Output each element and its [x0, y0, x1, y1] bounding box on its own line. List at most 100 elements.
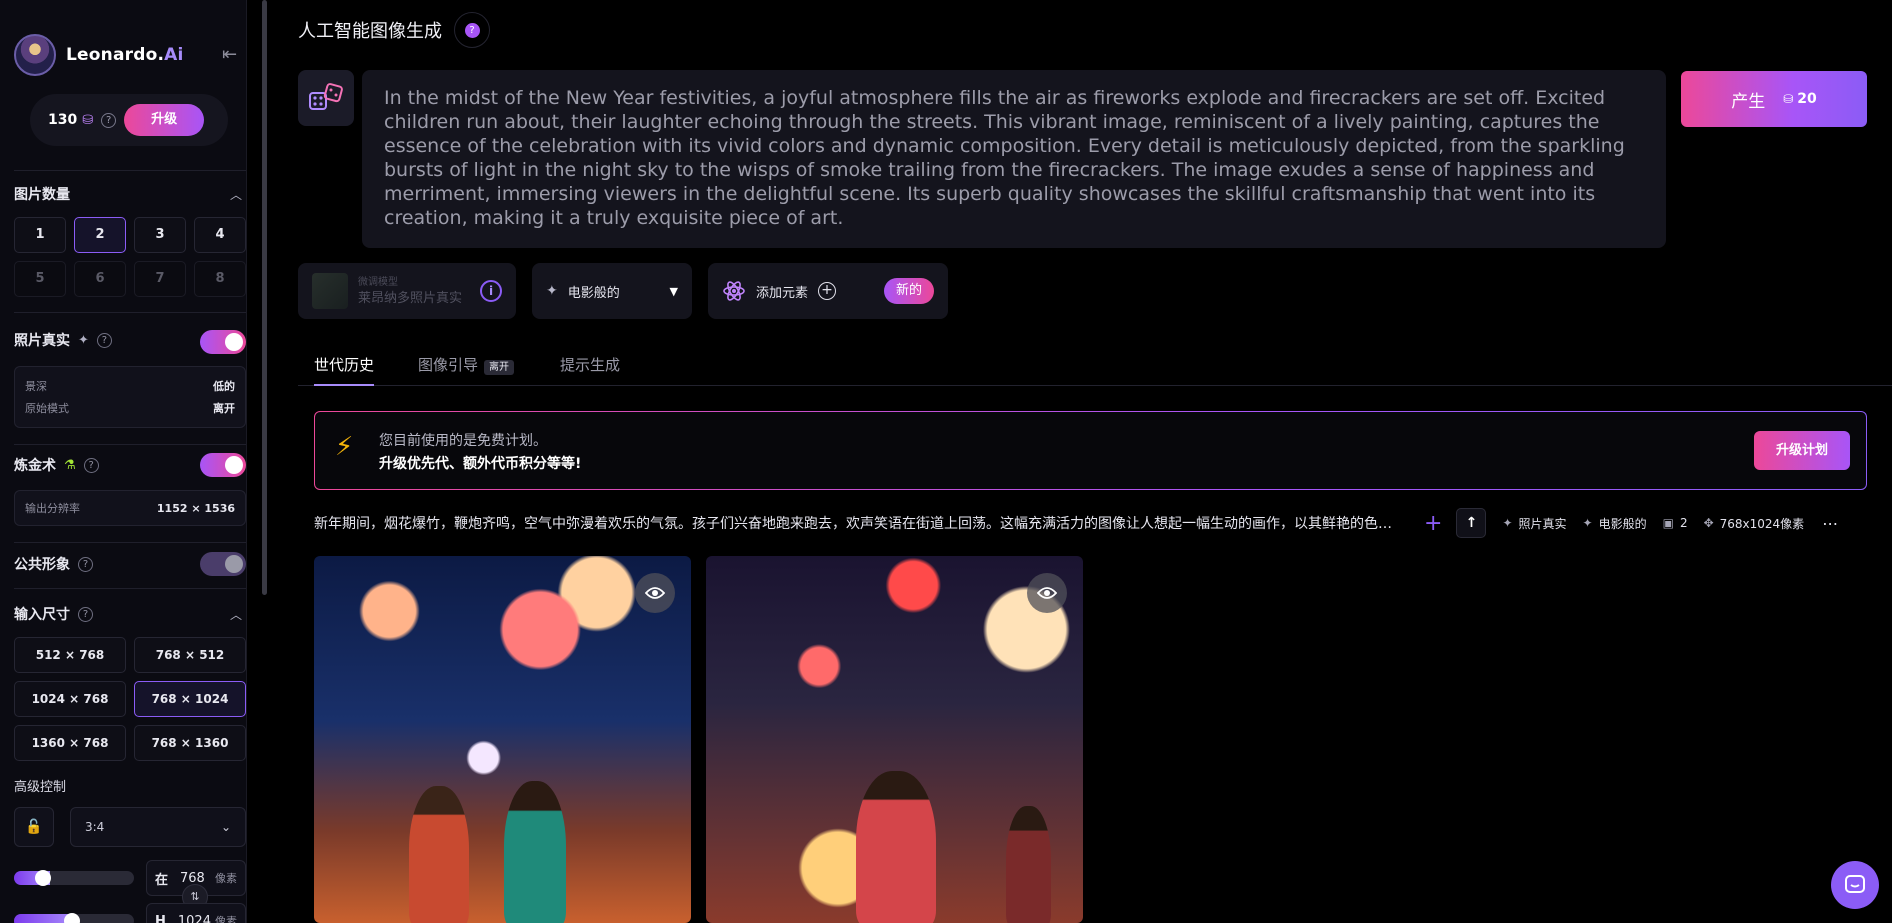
atom-icon	[723, 281, 745, 301]
sparkle-icon: ✦	[1502, 516, 1513, 530]
chat-support-icon[interactable]	[1831, 861, 1879, 909]
move-icon: ✥	[1703, 516, 1714, 530]
aspect-ratio-select[interactable]: 3:4 ⌄	[70, 807, 246, 847]
image-count-option[interactable]: 3	[134, 217, 186, 253]
plus-circle-icon: +	[818, 282, 837, 300]
brand-avatar	[14, 34, 56, 76]
size-option[interactable]: 768 × 512	[134, 637, 246, 673]
slider-handle[interactable]	[64, 913, 80, 923]
image-count-option[interactable]: 4	[194, 217, 246, 253]
advanced-controls-title: 高级控制	[14, 780, 67, 795]
collapse-sidebar-icon[interactable]: ⇤	[222, 44, 237, 65]
tab-generation-history[interactable]: 世代历史	[314, 354, 375, 386]
chevron-up-icon[interactable]: ︿	[230, 186, 242, 203]
divider	[14, 588, 246, 589]
eye-icon[interactable]	[1027, 573, 1067, 613]
tab-prompt-generation[interactable]: 提示生成	[560, 354, 620, 386]
images-icon: ▣	[1662, 516, 1674, 530]
add-elements-button[interactable]: 添加元素 + 新的	[708, 263, 948, 319]
style-dropdown[interactable]: ✦ 电影般的 ▼	[532, 263, 692, 319]
more-options-icon[interactable]: ⋯	[1822, 514, 1839, 533]
photo-real-title: 照片真实 ✦ ?	[14, 330, 112, 350]
tab-image-guidance[interactable]: 图像引导 离开	[418, 354, 515, 386]
upgrade-plan-button[interactable]: 升级计划	[1754, 431, 1850, 470]
size-option[interactable]: 512 × 768	[14, 637, 126, 673]
image-count-option[interactable]: 1	[14, 217, 66, 253]
image-count-title: 图片数量	[14, 187, 70, 203]
coins-icon: ⛁	[82, 112, 94, 128]
size-option[interactable]: 768 × 1024	[134, 681, 246, 717]
chevron-up-icon[interactable]: ︿	[230, 606, 242, 623]
model-selector[interactable]: 微调模型 莱昂纳多照片真实 i	[298, 263, 516, 319]
dice-icon	[309, 83, 343, 110]
tag-size: ✥ 768x1024像素	[1703, 516, 1805, 531]
tag-photoreal: ✦ 照片真实	[1502, 516, 1567, 531]
generation-meta: 新年期间，烟花爆竹，鞭炮齐鸣，空气中弥漫着欢乐的气氛。孩子们兴奋地跑来跑去，欢声…	[314, 508, 1867, 538]
size-option[interactable]: 768 × 1360	[134, 725, 246, 761]
photo-real-toggle[interactable]	[200, 330, 246, 354]
input-size-grid: 512 × 768 768 × 512 1024 × 768 768 × 102…	[14, 637, 246, 761]
token-icon: ⛁	[1783, 92, 1794, 106]
help-icon[interactable]: ?	[101, 112, 117, 128]
generation-prompt[interactable]: 新年期间，烟花爆竹，鞭炮齐鸣，空气中弥漫着欢乐的气氛。孩子们兴奋地跑来跑去，欢声…	[314, 513, 1394, 533]
lightning-icon: ⚡	[335, 432, 354, 462]
divider	[14, 312, 246, 313]
help-icon[interactable]: ?	[78, 556, 93, 572]
sparkle-icon: ✦	[1582, 516, 1593, 530]
upgrade-banner: ⚡ 您目前使用的是免费计划。 升级优先代、额外代币积分等等! 升级计划	[314, 411, 1867, 490]
image-count-option: 8	[194, 261, 246, 297]
upgrade-button[interactable]: 升级	[124, 104, 205, 136]
image-count-option[interactable]: 2	[74, 217, 126, 253]
tag-style: ✦ 电影般的	[1582, 516, 1647, 531]
brand-name: Leonardo.Ai	[66, 45, 184, 65]
sparkle-icon: ✦	[546, 283, 558, 299]
generate-button[interactable]: 产生 ⛁ 20	[1681, 71, 1867, 127]
alchemy-toggle[interactable]	[200, 453, 246, 477]
sidebar: Leonardo.Ai ⇤ 130 ⛁ ? 升级 图片数量 ︿ 1 2 3 4 …	[0, 0, 247, 923]
help-icon[interactable]: ?	[96, 332, 112, 348]
help-icon[interactable]: ?	[83, 457, 99, 473]
raw-mode-row[interactable]: 原始模式 离开	[25, 397, 235, 419]
image-count-grid: 1 2 3 4 5 6 7 8	[14, 217, 246, 297]
width-slider[interactable]	[14, 871, 134, 885]
height-field[interactable]: H 1024 像素	[146, 903, 246, 923]
arrow-up-icon[interactable]: ↑	[1456, 508, 1487, 538]
new-badge: 新的	[883, 278, 934, 304]
size-option[interactable]: 1360 × 768	[14, 725, 126, 761]
plus-icon[interactable]: +	[1424, 511, 1442, 536]
credits-pill: 130 ⛁ ? 升级	[30, 94, 228, 146]
sparkle-icon: ✦	[78, 332, 89, 348]
logo[interactable]: Leonardo.Ai	[14, 34, 184, 76]
prompt-input[interactable]: In the midst of the New Year festivities…	[362, 70, 1666, 248]
page-title: 人工智能图像生成 ?	[298, 12, 490, 48]
divider	[14, 444, 246, 445]
size-option[interactable]: 1024 × 768	[14, 681, 126, 717]
help-icon[interactable]: ?	[78, 606, 93, 622]
depth-row[interactable]: 景深 低的	[25, 375, 235, 397]
image-count-option: 5	[14, 261, 66, 297]
slider-handle[interactable]	[35, 870, 51, 886]
model-thumbnail	[312, 273, 348, 309]
chevron-down-icon: ⌄	[220, 820, 231, 834]
help-button[interactable]: ?	[454, 12, 490, 48]
lock-icon[interactable]: 🔓	[14, 807, 54, 847]
tab-bar: 世代历史 图像引导 离开 提示生成	[298, 354, 1892, 386]
divider	[14, 542, 246, 543]
output-resolution: 输出分辨率 1152 × 1536	[14, 490, 246, 526]
public-image-title: 公共形象 ?	[14, 554, 93, 574]
sidebar-scrollbar[interactable]	[262, 0, 267, 595]
help-icon: ?	[464, 22, 480, 38]
alchemy-title: 炼金术 ⚗ ?	[14, 455, 99, 475]
random-prompt-button[interactable]	[298, 70, 354, 126]
tag-count: ▣ 2	[1662, 516, 1688, 530]
info-icon[interactable]: i	[480, 280, 502, 302]
eye-icon[interactable]	[635, 573, 675, 613]
input-size-title: 输入尺寸 ?	[14, 604, 93, 624]
public-image-toggle[interactable]	[200, 552, 246, 576]
generated-image[interactable]	[314, 556, 691, 923]
photo-real-settings: 景深 低的 原始模式 离开	[14, 366, 246, 428]
credit-count: 130	[48, 112, 78, 128]
generated-image[interactable]	[706, 556, 1083, 923]
potion-icon: ⚗	[64, 457, 76, 473]
caret-down-icon: ▼	[669, 284, 678, 298]
